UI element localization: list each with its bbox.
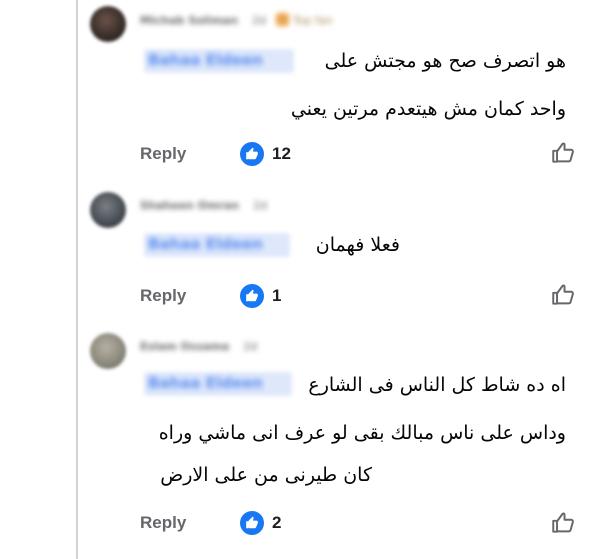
avatar[interactable] bbox=[90, 333, 126, 369]
like-count: 1 bbox=[272, 286, 282, 305]
like-count: 12 bbox=[272, 144, 291, 163]
top-fan-badge: Top fan bbox=[275, 13, 333, 27]
thumbs-up-icon bbox=[240, 284, 264, 308]
mention-link[interactable]: Bahaa Eldeen bbox=[148, 374, 263, 392]
like-count: 2 bbox=[272, 513, 282, 532]
badge-label: Top fan bbox=[292, 14, 333, 27]
comment-time: 2d bbox=[243, 340, 258, 353]
comment-meta: Eslam Ossama 2d bbox=[140, 340, 257, 354]
reply-button[interactable]: Reply bbox=[140, 286, 186, 306]
avatar[interactable] bbox=[90, 192, 126, 228]
comment-text-line-1: فعلا فهمان bbox=[315, 234, 400, 256]
comment-text-line-1: هو اتصرف صح هو مجتش على bbox=[324, 50, 566, 72]
comment-meta: Michab Soliman 2d Top fan bbox=[140, 13, 333, 27]
thread-line bbox=[76, 0, 78, 559]
author-name[interactable]: Eslam Ossama bbox=[140, 340, 229, 353]
reply-button[interactable]: Reply bbox=[140, 144, 186, 164]
mention-link[interactable]: Bahaa Eldeen bbox=[148, 235, 263, 253]
badge-icon bbox=[275, 13, 289, 26]
reaction-summary[interactable]: 12 bbox=[240, 142, 291, 166]
reply-button[interactable]: Reply bbox=[140, 513, 186, 533]
comment-meta: Shaheen Omran 2d bbox=[140, 199, 267, 213]
comment-text-line-3: كان طيرنى من على الارض bbox=[160, 464, 372, 486]
comment-time: 2d bbox=[251, 14, 266, 27]
reaction-summary[interactable]: 1 bbox=[240, 284, 281, 308]
thumbs-up-icon bbox=[240, 511, 264, 535]
thumbs-up-outline-icon[interactable] bbox=[550, 282, 576, 308]
avatar[interactable] bbox=[90, 6, 126, 42]
comment-time: 2d bbox=[253, 199, 268, 212]
thumbs-up-icon bbox=[240, 142, 264, 166]
thumbs-up-outline-icon[interactable] bbox=[550, 510, 576, 536]
comment-text-line-1: اه ده شاط كل الناس فى الشارع bbox=[308, 374, 566, 396]
author-name[interactable]: Michab Soliman bbox=[140, 14, 238, 27]
comment-text-line-2: وداس على ناس مبالك بقى لو عرف انى ماشي و… bbox=[158, 422, 566, 444]
reaction-summary[interactable]: 2 bbox=[240, 511, 281, 535]
author-name[interactable]: Shaheen Omran bbox=[140, 199, 239, 212]
comment-text-line-2: واحد كمان مش هيتعدم مرتين يعني bbox=[290, 98, 566, 120]
mention-link[interactable]: Bahaa Eldeen bbox=[148, 51, 263, 69]
thumbs-up-outline-icon[interactable] bbox=[550, 140, 576, 166]
